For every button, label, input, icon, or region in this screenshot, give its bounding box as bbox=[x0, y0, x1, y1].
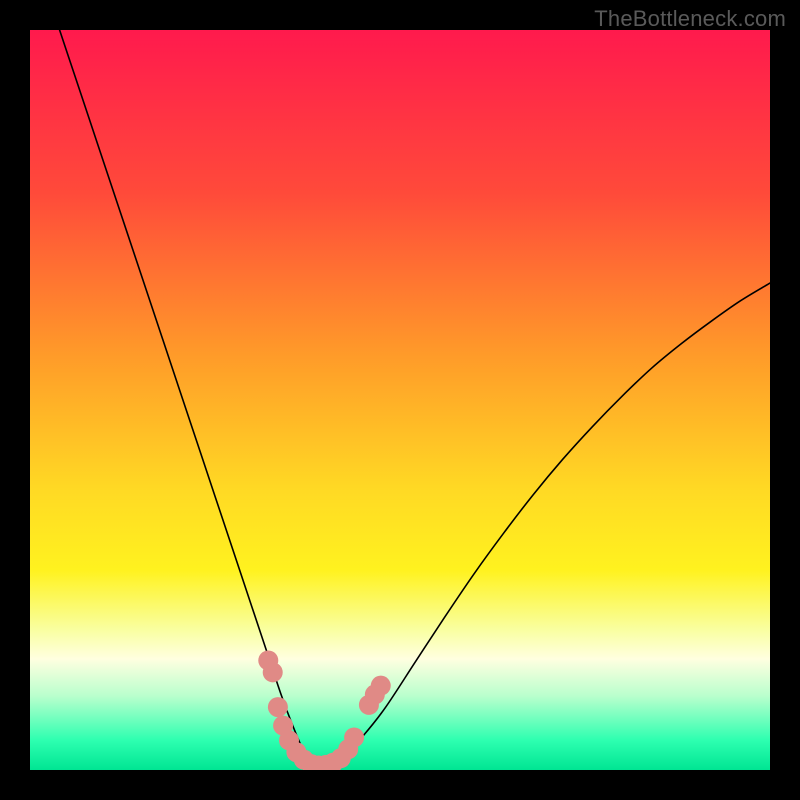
data-point bbox=[268, 697, 288, 717]
data-point bbox=[371, 676, 391, 696]
data-point bbox=[344, 727, 364, 747]
chart-frame: TheBottleneck.com bbox=[0, 0, 800, 800]
watermark-text: TheBottleneck.com bbox=[594, 6, 786, 32]
plot-svg bbox=[30, 30, 770, 770]
plot-panel bbox=[30, 30, 770, 770]
gradient-background bbox=[30, 30, 770, 770]
data-point bbox=[263, 662, 283, 682]
